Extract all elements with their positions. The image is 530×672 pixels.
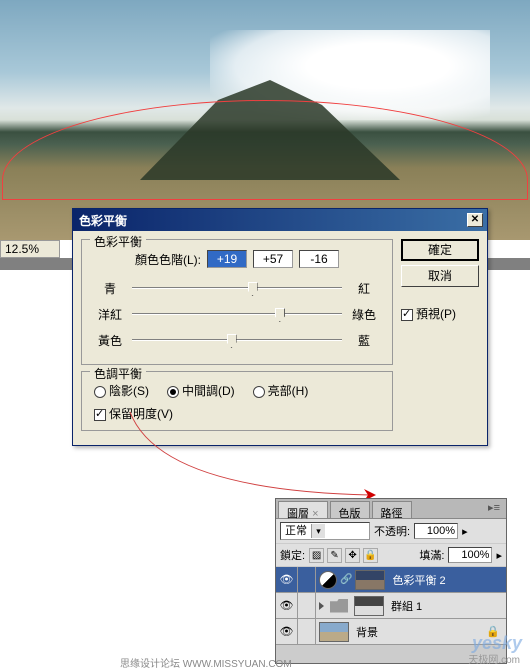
tab-paths[interactable]: 路徑 — [372, 501, 412, 518]
layer-row[interactable]: 👁 🔗 色彩平衡 2 — [276, 567, 506, 593]
color-balance-group: 色彩平衡 顏色色階(L): +19 +57 -16 青 紅 洋紅 綠色 — [81, 239, 393, 365]
layer-row[interactable]: 👁 群組 1 — [276, 593, 506, 619]
preview-checkbox[interactable]: 預視(P) — [401, 305, 479, 322]
slider-right-label: 紅 — [348, 280, 380, 297]
dialog-titlebar[interactable]: 色彩平衡 ✕ — [73, 209, 487, 231]
level-yellow-blue-input[interactable]: -16 — [299, 250, 339, 268]
slider-right-label: 藍 — [348, 332, 380, 349]
opacity-label: 不透明: — [374, 523, 410, 539]
tab-channels[interactable]: 色版 — [330, 501, 370, 518]
opacity-input[interactable]: 100% — [414, 523, 458, 539]
slider-right-label: 綠色 — [348, 306, 380, 323]
zoom-indicator[interactable]: 12.5% — [0, 240, 60, 258]
watermark-sub: 天极网.com — [468, 651, 520, 666]
midtones-radio[interactable]: 中間調(D) — [167, 382, 235, 399]
level-cyan-red-input[interactable]: +19 — [207, 250, 247, 268]
slider-left-label: 洋紅 — [94, 306, 126, 323]
lock-transparent-icon[interactable]: ▨ — [309, 548, 324, 563]
slider-left-label: 黃色 — [94, 332, 126, 349]
cancel-button[interactable]: 取消 — [401, 265, 479, 287]
layer-thumb[interactable] — [354, 596, 384, 616]
ok-button[interactable]: 確定 — [401, 239, 479, 261]
fill-flyout-icon[interactable]: ▸ — [496, 549, 502, 562]
group-title: 色彩平衡 — [90, 233, 146, 250]
shadows-radio[interactable]: 陰影(S) — [94, 382, 149, 399]
layer-name[interactable]: 背景 — [352, 624, 486, 640]
expand-icon[interactable] — [319, 602, 324, 610]
photo-canvas — [0, 0, 530, 240]
lock-pixels-icon[interactable]: ✎ — [327, 548, 342, 563]
close-icon[interactable]: ✕ — [467, 213, 483, 227]
blend-mode-dropdown[interactable]: 正常▾ — [280, 522, 370, 540]
link-icon: 🔗 — [340, 574, 352, 585]
fill-input[interactable]: 100% — [448, 547, 492, 563]
adjustment-layer-icon — [319, 571, 337, 589]
visibility-toggle[interactable]: 👁 — [276, 593, 298, 618]
panel-menu-icon[interactable]: ▸≡ — [482, 499, 506, 518]
lock-position-icon[interactable]: ✥ — [345, 548, 360, 563]
fill-label: 填滿: — [419, 547, 444, 563]
level-magenta-green-input[interactable]: +57 — [253, 250, 293, 268]
highlights-radio[interactable]: 亮部(H) — [253, 382, 309, 399]
slider-yellow-blue[interactable] — [132, 330, 342, 350]
lock-label: 鎖定: — [280, 547, 305, 563]
visibility-toggle[interactable]: 👁 — [276, 567, 298, 592]
dialog-title: 色彩平衡 — [77, 212, 467, 229]
folder-icon — [330, 599, 348, 613]
tone-balance-group: 色調平衡 陰影(S) 中間調(D) 亮部(H) 保留明度(V) — [81, 371, 393, 431]
lock-all-icon[interactable]: 🔒 — [363, 548, 378, 563]
visibility-toggle[interactable]: 👁 — [276, 619, 298, 644]
group-title: 色調平衡 — [90, 365, 146, 382]
layer-name[interactable]: 群組 1 — [387, 598, 506, 614]
slider-cyan-red[interactable] — [132, 278, 342, 298]
color-balance-dialog: 色彩平衡 ✕ 色彩平衡 顏色色階(L): +19 +57 -16 青 紅 洋紅 — [72, 208, 488, 446]
chevron-down-icon: ▾ — [311, 524, 325, 538]
preserve-luminosity-checkbox[interactable]: 保留明度(V) — [94, 407, 173, 421]
levels-label: 顏色色階(L): — [135, 251, 201, 268]
tab-layers[interactable]: 圖層 × — [278, 501, 328, 518]
opacity-flyout-icon[interactable]: ▸ — [462, 525, 468, 538]
layer-mask-thumb[interactable] — [355, 570, 385, 590]
layer-thumb[interactable] — [319, 622, 349, 642]
layer-name[interactable]: 色彩平衡 2 — [388, 572, 506, 588]
footer-text: 思缘设计论坛 WWW.MISSYUAN.COM — [120, 655, 292, 670]
slider-magenta-green[interactable] — [132, 304, 342, 324]
slider-left-label: 青 — [94, 280, 126, 297]
